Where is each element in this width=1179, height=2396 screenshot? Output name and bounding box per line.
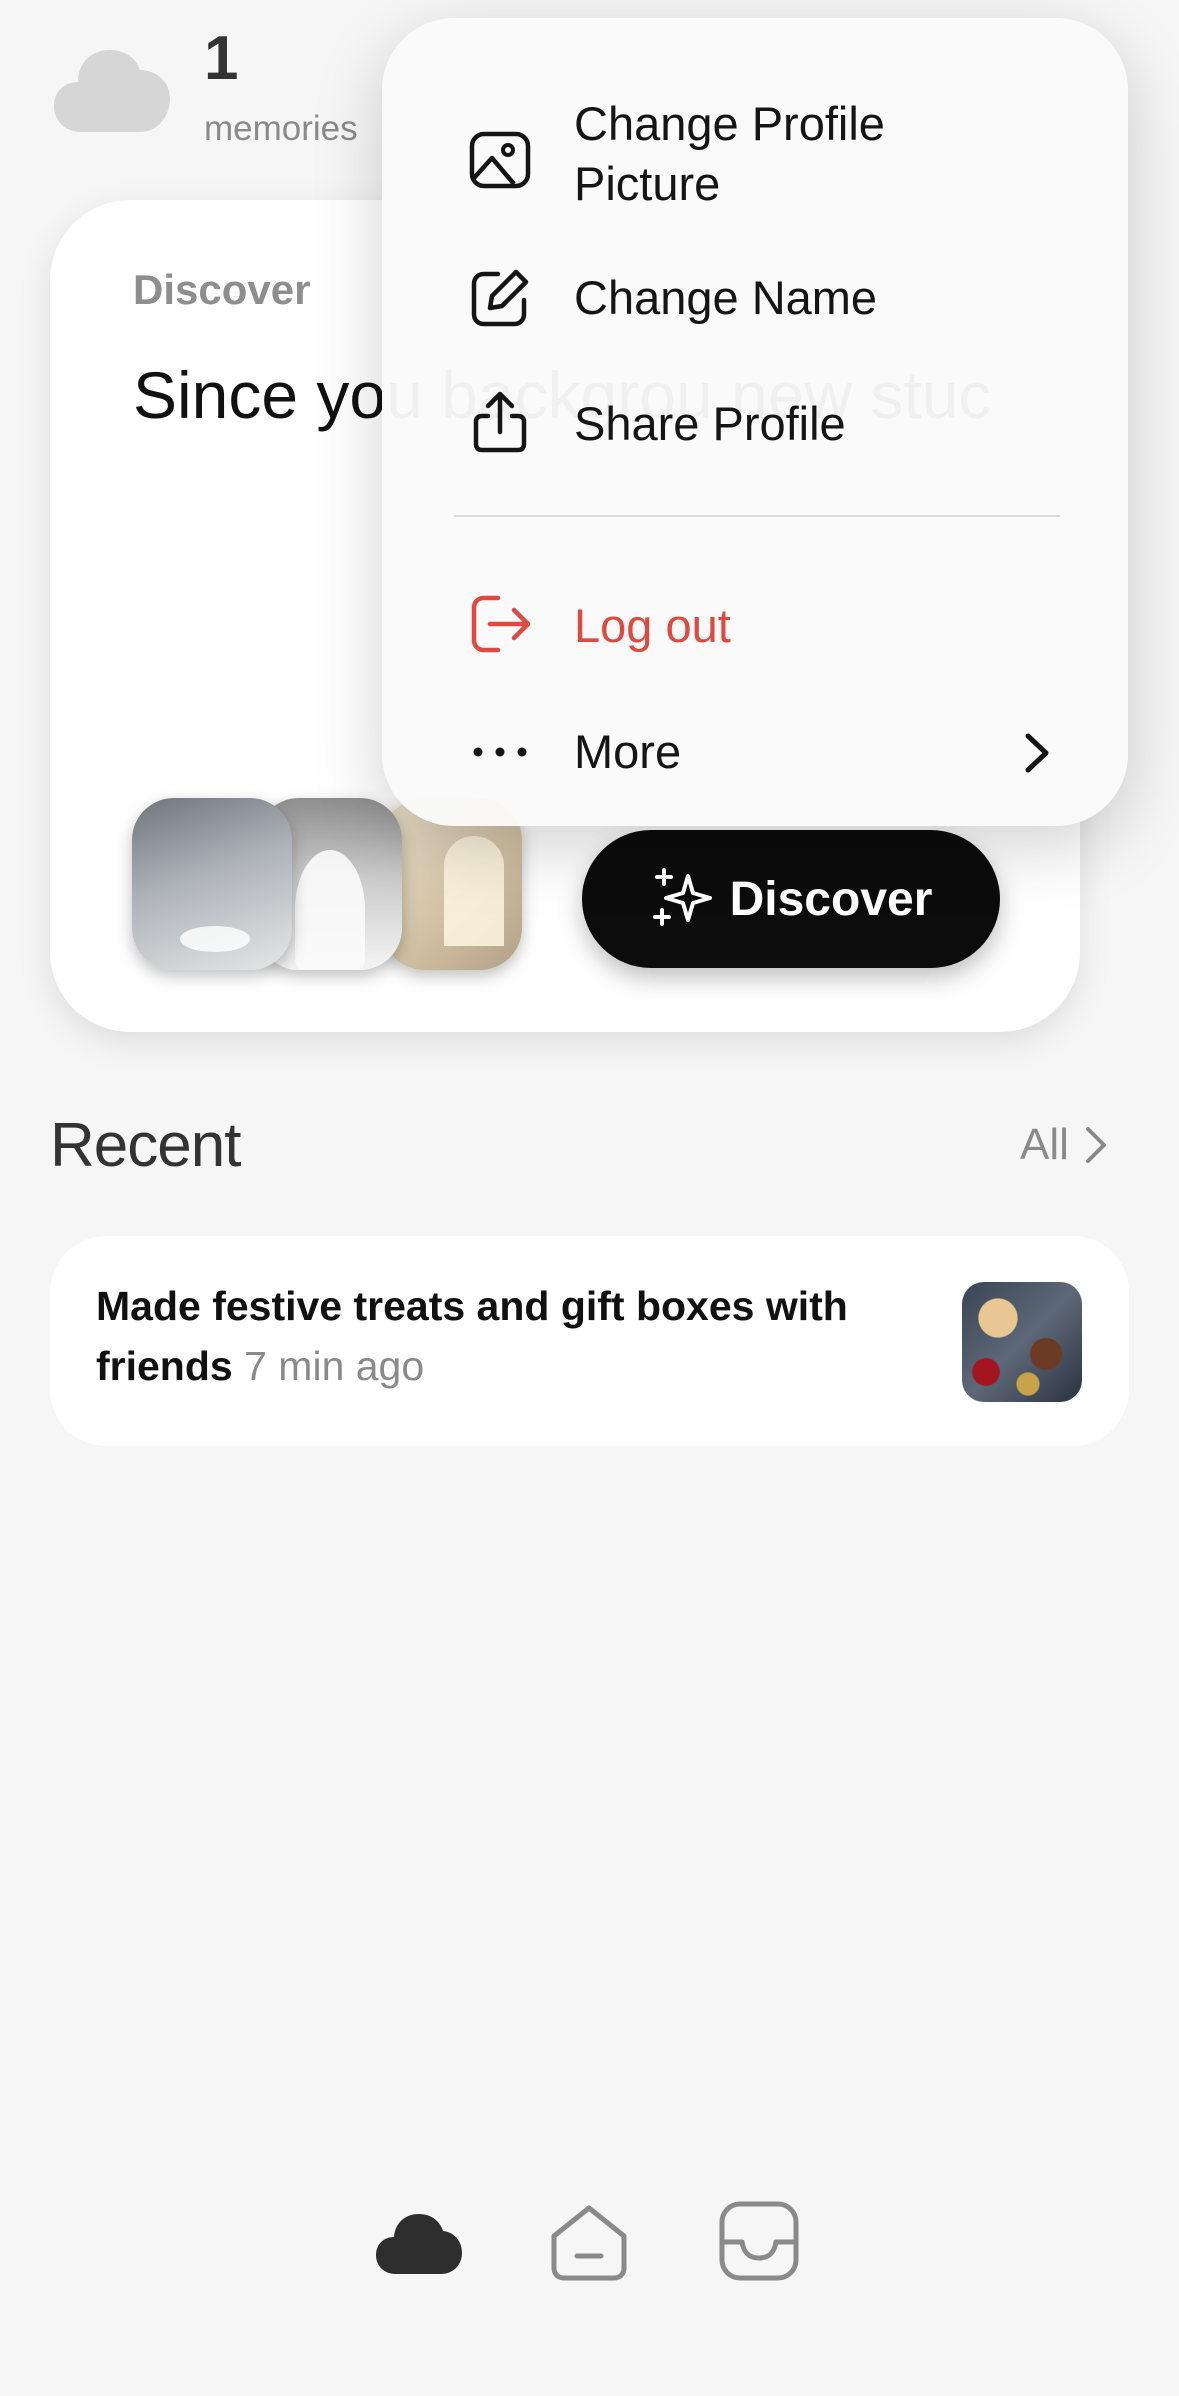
tab-memories[interactable] bbox=[374, 2196, 464, 2286]
recent-title: Recent bbox=[50, 1111, 241, 1180]
menu-item-label: Share Profile bbox=[574, 397, 846, 450]
recent-memory-thumbnail bbox=[962, 1282, 1082, 1402]
memories-count: 1 bbox=[204, 24, 239, 93]
bottom-tab-bar bbox=[374, 2196, 804, 2296]
chevron-right-icon bbox=[1025, 733, 1049, 773]
menu-item-change-profile-picture[interactable]: Change Profile Picture bbox=[382, 78, 1128, 218]
menu-item-label: Change Name bbox=[574, 271, 878, 324]
logout-icon bbox=[471, 595, 531, 653]
chevron-right-icon bbox=[1085, 1127, 1106, 1163]
recent-memory-text: Made festive treats and gift boxes with … bbox=[96, 1276, 926, 1396]
tab-inbox[interactable] bbox=[714, 2196, 804, 2286]
menu-item-share-profile[interactable]: Share Profile bbox=[382, 384, 1128, 464]
home-icon bbox=[551, 2205, 627, 2281]
menu-item-change-name[interactable]: Change Name bbox=[382, 258, 1128, 338]
menu-item-more[interactable]: More bbox=[382, 712, 1128, 792]
menu-item-label: Change Profile Picture bbox=[574, 97, 885, 210]
menu-item-label: More bbox=[574, 725, 682, 778]
discover-button[interactable]: Discover bbox=[582, 830, 1000, 968]
more-dots-icon bbox=[473, 747, 527, 757]
share-icon bbox=[473, 391, 527, 453]
memories-label: memories bbox=[204, 109, 358, 148]
edit-icon bbox=[471, 269, 529, 327]
discover-eyebrow: Discover bbox=[133, 266, 311, 313]
cloud-avatar-icon bbox=[54, 50, 170, 132]
menu-item-log-out[interactable]: Log out bbox=[382, 586, 1128, 666]
inbox-icon bbox=[719, 2201, 799, 2281]
sparkles-icon bbox=[652, 868, 712, 926]
all-link[interactable]: All bbox=[1020, 1120, 1109, 1170]
profile-cloud-avatar[interactable] bbox=[52, 36, 176, 140]
image-icon bbox=[469, 131, 531, 189]
menu-divider bbox=[454, 515, 1060, 517]
recent-memory-title: Made festive treats and gift boxes with … bbox=[96, 1283, 848, 1389]
recent-memory-card[interactable]: Made festive treats and gift boxes with … bbox=[50, 1236, 1129, 1446]
recent-memory-time: 7 min ago bbox=[244, 1343, 425, 1389]
profile-context-menu: Change Profile Picture Change Name Share… bbox=[382, 18, 1128, 826]
all-link-label: All bbox=[1020, 1120, 1069, 1169]
cloud-icon bbox=[376, 2214, 462, 2274]
thumbnail-studio bbox=[132, 798, 292, 970]
tab-home[interactable] bbox=[544, 2196, 634, 2286]
menu-item-label: Log out bbox=[574, 599, 731, 652]
discover-button-label: Discover bbox=[729, 872, 933, 926]
